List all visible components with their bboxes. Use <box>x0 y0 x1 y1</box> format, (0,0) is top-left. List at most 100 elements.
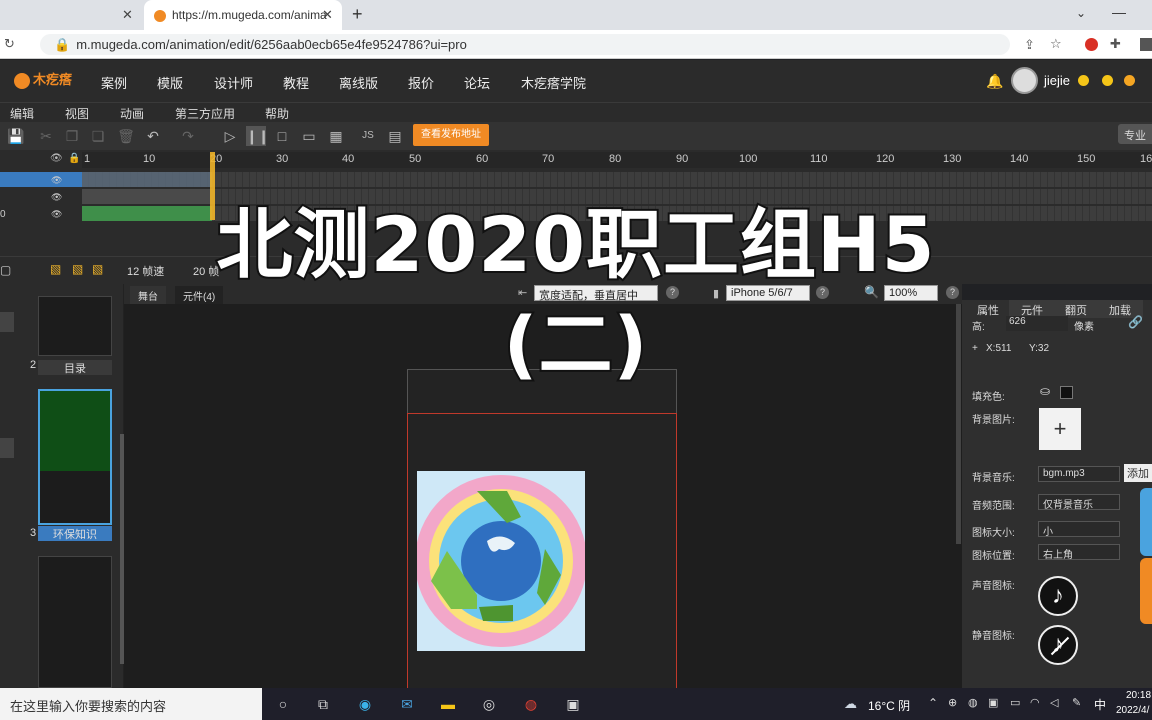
add-music-button[interactable]: 添加 <box>1124 464 1152 482</box>
bell-icon[interactable]: 🔔 <box>986 73 1003 90</box>
nav-item-tutorials[interactable]: 教程 <box>283 73 309 92</box>
pen-icon[interactable]: ✎ <box>1072 696 1081 709</box>
fill-color-swatch[interactable] <box>1060 386 1073 399</box>
paint-bucket-icon[interactable]: ⛀ <box>1040 384 1050 398</box>
ime-indicator[interactable]: 中 <box>1094 696 1106 713</box>
timeline-track[interactable] <box>82 172 1152 187</box>
dell-icon[interactable]: ◎ <box>478 694 500 714</box>
layer-row-selected[interactable] <box>0 172 82 187</box>
close-tab-icon[interactable]: ✕ <box>322 7 333 23</box>
script-icon[interactable]: JS <box>358 126 378 146</box>
ruler-tick: 60 <box>476 153 489 165</box>
height-input[interactable]: 626 <box>1006 316 1068 331</box>
menu-animation[interactable]: 动画 <box>120 105 144 122</box>
icon-size-select[interactable]: 小 <box>1038 521 1120 538</box>
tray-icon[interactable]: ◍ <box>968 696 978 709</box>
paste-icon[interactable]: ❏ <box>88 126 108 146</box>
menu-view[interactable]: 视图 <box>65 105 89 122</box>
edge-icon[interactable]: ◉ <box>354 694 376 714</box>
close-tab-icon[interactable]: ✕ <box>122 7 133 23</box>
add-background-image-button[interactable]: + <box>1039 408 1081 450</box>
play-icon[interactable]: ▷ <box>220 126 240 146</box>
menu-help[interactable]: 帮助 <box>265 105 289 122</box>
ruler-tick: 70 <box>542 153 555 165</box>
chevron-up-icon[interactable]: ⌃ <box>928 696 938 710</box>
browser-tab-active[interactable]: https://m.mugeda.com/anima ✕ <box>144 0 342 30</box>
qrcode-icon[interactable]: ▦ <box>326 126 346 146</box>
puzzle-icon[interactable]: ✚ <box>1110 36 1121 52</box>
background-music-select[interactable]: bgm.mp3 <box>1038 466 1120 482</box>
ruler-tick: 130 <box>943 153 962 165</box>
tab-properties[interactable]: 属性 <box>965 300 1011 318</box>
wifi-icon[interactable]: ◠ <box>1030 696 1040 709</box>
menu-edit[interactable]: 编辑 <box>10 105 34 122</box>
page-thumbnail-4[interactable] <box>38 556 112 688</box>
background-music-value: bgm.mp3 <box>1043 468 1085 479</box>
assets-icon[interactable]: ▤ <box>385 126 405 146</box>
recycle-globe-image[interactable] <box>417 471 585 651</box>
task-view-icon[interactable]: ⧉ <box>312 694 334 714</box>
new-tab-button[interactable]: + <box>352 4 363 25</box>
link-icon[interactable]: 🔗 <box>1128 315 1143 329</box>
background-image-label: 背景图片: <box>972 415 1015 426</box>
nav-item-forum[interactable]: 论坛 <box>464 73 490 92</box>
tray-icon[interactable]: ⊕ <box>948 696 957 709</box>
extension-icon[interactable] <box>1085 38 1098 51</box>
site-logo[interactable]: 木疙瘩 <box>14 69 72 93</box>
eye-icon[interactable]: 👁 <box>51 175 62 186</box>
panel-handle[interactable] <box>0 438 14 458</box>
nav-item-pricing[interactable]: 报价 <box>408 73 434 92</box>
nav-item-templates[interactable]: 模版 <box>157 73 183 92</box>
weather-text[interactable]: 16°C 阴 <box>868 697 910 714</box>
nav-item-offline[interactable]: 离线版 <box>339 73 378 92</box>
sidebar-icon[interactable] <box>1140 38 1152 51</box>
url-field[interactable]: 🔒 m.mugeda.com/animation/edit/6256aab0ecb… <box>40 34 1010 55</box>
save-icon[interactable]: 💾 <box>6 126 26 146</box>
unit-label: 像素 <box>1074 322 1094 333</box>
app-icon[interactable]: ▣ <box>562 694 584 714</box>
nav-item-academy[interactable]: 木疙瘩学院 <box>521 73 586 92</box>
battery-icon[interactable]: ▭ <box>1010 696 1020 709</box>
browser-tab-inactive[interactable]: ✕ <box>0 0 140 30</box>
cut-icon[interactable]: ✂ <box>36 126 56 146</box>
music-note-icon[interactable]: ♪ <box>1038 576 1078 616</box>
keyframe-span[interactable] <box>82 172 212 187</box>
page-thumbnail-3-selected[interactable] <box>38 389 112 525</box>
mail-icon[interactable]: ✉ <box>396 694 418 714</box>
publish-url-button[interactable]: 查看发布地址 <box>413 124 489 146</box>
chrome-icon[interactable]: ◍ <box>520 694 542 714</box>
cortana-icon[interactable]: ○ <box>272 694 294 714</box>
eye-icon[interactable]: 👁 <box>50 153 63 164</box>
pause-icon[interactable]: ❙❙ <box>246 126 269 146</box>
delete-icon[interactable]: 🗑 <box>116 126 136 146</box>
nav-item-designers[interactable]: 设计师 <box>214 73 253 92</box>
menu-third-party[interactable]: 第三方应用 <box>175 105 235 122</box>
mute-note-icon[interactable]: ♪ <box>1038 625 1078 665</box>
clock-time[interactable]: 20:18 <box>1126 690 1151 701</box>
username[interactable]: jiejie <box>1044 73 1070 88</box>
undo-icon[interactable]: ↶ <box>143 126 163 146</box>
chevron-down-icon[interactable]: ⌄ <box>1076 6 1086 20</box>
tray-icon[interactable]: ▣ <box>988 696 998 709</box>
star-icon[interactable]: ☆ <box>1050 36 1062 52</box>
clock-date[interactable]: 2022/4/ <box>1116 705 1149 716</box>
preview-icon[interactable]: ▭ <box>299 126 319 146</box>
copy-icon[interactable]: ❐ <box>62 126 82 146</box>
redo-icon[interactable]: ↷ <box>178 126 198 146</box>
reload-icon[interactable]: ↻ <box>4 36 15 52</box>
file-explorer-icon[interactable]: ▬ <box>437 694 459 714</box>
avatar[interactable] <box>1011 67 1038 94</box>
audio-range-select[interactable]: 仅背景音乐 <box>1038 494 1120 511</box>
lock-icon[interactable]: 🔒 <box>68 153 80 164</box>
pro-mode-button[interactable]: 专业 <box>1118 124 1152 144</box>
icon-position-select[interactable]: 右上角 <box>1038 544 1120 561</box>
stop-icon[interactable]: □ <box>272 126 292 146</box>
lock-icon: 🔒 <box>54 37 71 52</box>
minimize-icon[interactable]: — <box>1112 4 1126 20</box>
side-float-button[interactable] <box>1140 558 1152 624</box>
taskbar-search-input[interactable]: 在这里输入你要搜索的内容 <box>0 688 262 720</box>
share-icon[interactable]: ⇪ <box>1024 37 1035 53</box>
side-float-button[interactable] <box>1140 488 1152 556</box>
volume-icon[interactable]: ◁ <box>1050 696 1058 709</box>
nav-item-cases[interactable]: 案例 <box>101 73 127 92</box>
